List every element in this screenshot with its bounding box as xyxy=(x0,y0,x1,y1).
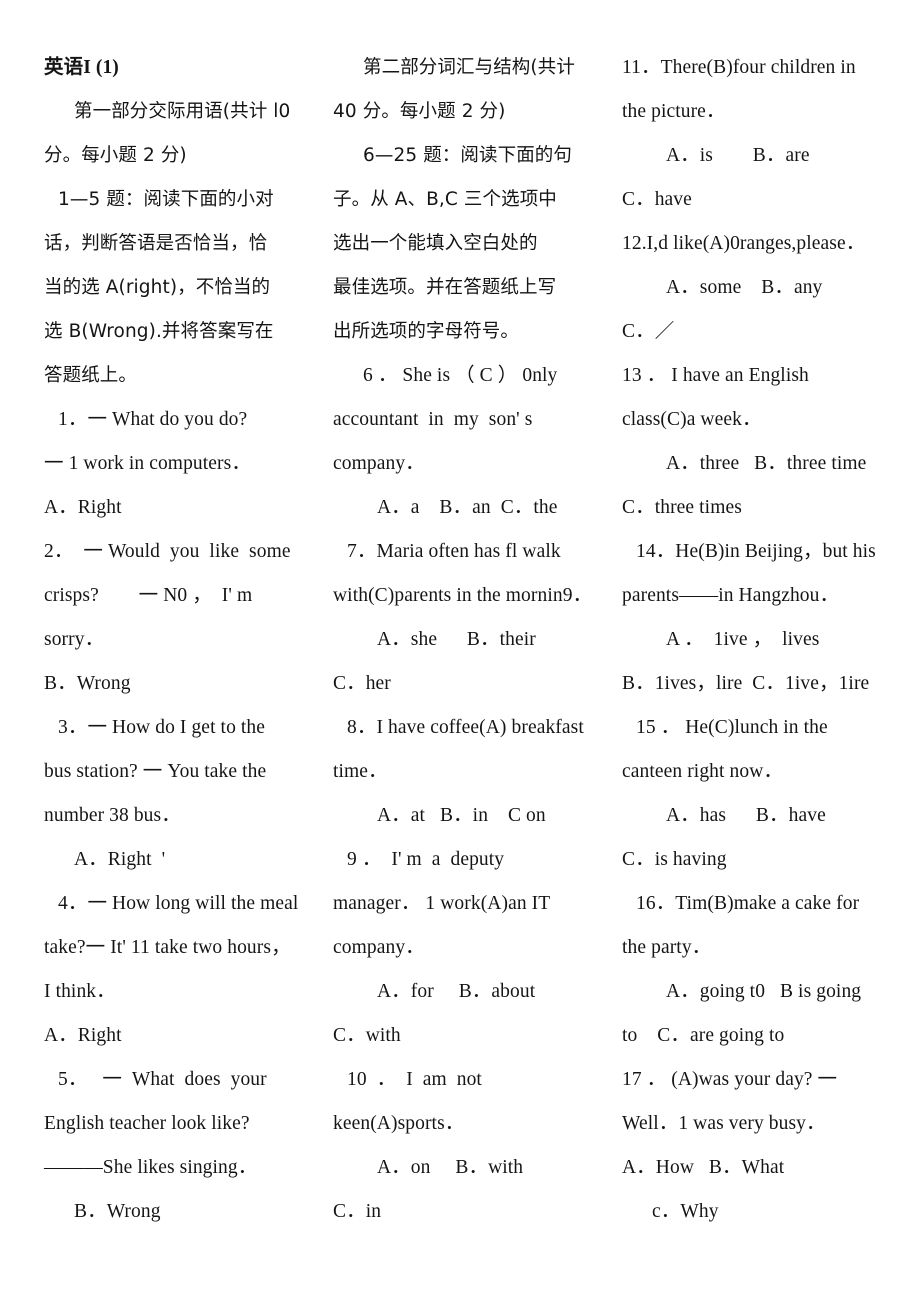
col2-line: 出所选项的字母符号。 xyxy=(333,321,520,342)
col2-line: 选出一个能填入空白处的 xyxy=(333,233,538,254)
col1-line: 4．一 How long will the meal xyxy=(58,893,299,914)
col1-line: I think． xyxy=(44,981,116,1002)
col3-line: 11．There(B)four children in xyxy=(622,57,856,78)
col3-line: c．Why xyxy=(652,1201,719,1222)
col2-line: A．on B．with xyxy=(377,1157,524,1178)
col1-line: 2． 一 Would you like some xyxy=(44,541,291,562)
col1-line: crisps? 一 N0 ， I' m xyxy=(44,585,253,606)
col3-line: Well．1 was very busy． xyxy=(622,1113,826,1134)
col3-line: parents——in Hangzhou． xyxy=(622,585,840,606)
col3-line: 15 ． He(C)lunch in the xyxy=(636,717,828,738)
col1-line: B．Wrong xyxy=(74,1201,161,1222)
col1-line: 分。每小题 2 分) xyxy=(44,145,187,166)
col3-line: C．three times xyxy=(622,497,742,518)
col2-line: C．her xyxy=(333,673,391,694)
col3-line: 16．Tim(B)make a cake for xyxy=(636,893,860,914)
col2-line: manager． 1 work(A)an IT xyxy=(333,893,551,914)
col1-line: 话，判断答语是否恰当，恰 xyxy=(44,233,268,254)
col2-line: A．at B．in C on xyxy=(377,805,546,826)
col3-line: A．some B．any xyxy=(666,277,823,298)
col3-line: A．is B．are xyxy=(666,145,810,166)
col1-line: 1．一 What do you do? xyxy=(58,409,248,430)
col3-line: canteen right now． xyxy=(622,761,783,782)
col2-line: keen(A)sports． xyxy=(333,1113,465,1134)
col1-line: English teacher look like? xyxy=(44,1113,250,1134)
col1-line: 答题纸上。 xyxy=(44,365,138,386)
col2-line: 最佳选项。并在答题纸上写 xyxy=(333,277,557,298)
col2-line: C．in xyxy=(333,1201,382,1222)
col2-line: company． xyxy=(333,937,425,958)
col3-line: the picture． xyxy=(622,101,726,122)
col3-line: 14．He(B)in Beijing，but his xyxy=(636,541,876,562)
col1-line: ———She likes singing． xyxy=(44,1157,258,1178)
col3-line: C．is having xyxy=(622,849,727,870)
col3-line: 13 ． I have an English xyxy=(622,365,809,386)
col2-line: 10 ． I am not xyxy=(347,1069,482,1090)
col1-line: A．Right xyxy=(44,497,122,518)
col2-line: 子。从 A、B,C 三个选项中 xyxy=(333,189,557,210)
col1-line: take?一 It' 11 take two hours， xyxy=(44,937,291,958)
text-column-1: 英语I (1) 第一部分交际用语(共计 l0 分。每小题 2 分) 1—5 题：… xyxy=(44,46,329,1234)
col2-line: A．a B．an C．the xyxy=(377,497,558,518)
col2-line: 8．I have coffee(A) breakfast xyxy=(347,717,584,738)
page-title: 英语I (1) xyxy=(44,57,119,78)
col1-line: B．Wrong xyxy=(44,673,131,694)
col1-line: A．Right ' xyxy=(74,849,166,870)
col3-line: A．has B．have xyxy=(666,805,826,826)
col3-line: B．1ives，lire C．1ive，1ire xyxy=(622,673,870,694)
col1-line: 一 1 work in computers． xyxy=(44,453,251,474)
text-column-2: 第二部分词汇与结构(共计 40 分。每小题 2 分) 6—25 题：阅读下面的句… xyxy=(333,46,618,1234)
col1-line: 5． 一 What does your xyxy=(58,1069,267,1090)
col3-line: 17 ． (A)was your day? 一 xyxy=(622,1069,838,1090)
col2-line: 40 分。每小题 2 分) xyxy=(333,101,506,122)
col3-line: A．going t0 B is going xyxy=(666,981,862,1002)
col2-line: 7．Maria often has fl walk xyxy=(347,541,561,562)
col3-line: C．have xyxy=(622,189,692,210)
col1-line: 1—5 题：阅读下面的小对 xyxy=(58,189,274,210)
col3-line: A ． 1ive ， lives xyxy=(666,629,820,650)
col3-line: A．How B．What xyxy=(622,1157,785,1178)
col1-line: 3．一 How do I get to the xyxy=(58,717,266,738)
col3-line: the party． xyxy=(622,937,712,958)
col1-line: A．Right xyxy=(44,1025,122,1046)
col2-line: accountant in my son' s xyxy=(333,409,533,430)
col2-line: company． xyxy=(333,453,425,474)
col2-line: 6 ． She is （ C ） 0nly xyxy=(363,365,558,386)
col3-line: class(C)a week． xyxy=(622,409,762,430)
col1-line: 第一部分交际用语(共计 l0 xyxy=(74,101,291,122)
col2-line: A．she B．their xyxy=(377,629,536,650)
col1-line: 选 B(Wrong).并将答案写在 xyxy=(44,321,274,342)
col3-line: A．three B．three time xyxy=(666,453,867,474)
col1-line: 当的选 A(right)，不恰当的 xyxy=(44,277,271,298)
col2-line: 第二部分词汇与结构(共计 xyxy=(363,57,575,78)
col2-line: 6—25 题：阅读下面的句 xyxy=(363,145,572,166)
col2-line: with(C)parents in the mornin9． xyxy=(333,585,593,606)
col2-line: A．for B．about xyxy=(377,981,536,1002)
col1-line: number 38 bus． xyxy=(44,805,181,826)
col3-line: to C．are going to xyxy=(622,1025,785,1046)
col1-line: bus station? 一 You take the xyxy=(44,761,267,782)
col3-line: C．／ xyxy=(622,321,675,342)
col2-line: 9 ． I' m a deputy xyxy=(347,849,505,870)
col1-line: sorry． xyxy=(44,629,105,650)
col2-line: C．with xyxy=(333,1025,401,1046)
col3-line: 12.I,d like(A)0ranges,please． xyxy=(622,233,866,254)
document-page: 英语I (1) 第一部分交际用语(共计 l0 分。每小题 2 分) 1—5 题：… xyxy=(0,0,920,1302)
col2-line: time． xyxy=(333,761,388,782)
text-column-3: 11．There(B)four children in the picture．… xyxy=(622,46,914,1234)
